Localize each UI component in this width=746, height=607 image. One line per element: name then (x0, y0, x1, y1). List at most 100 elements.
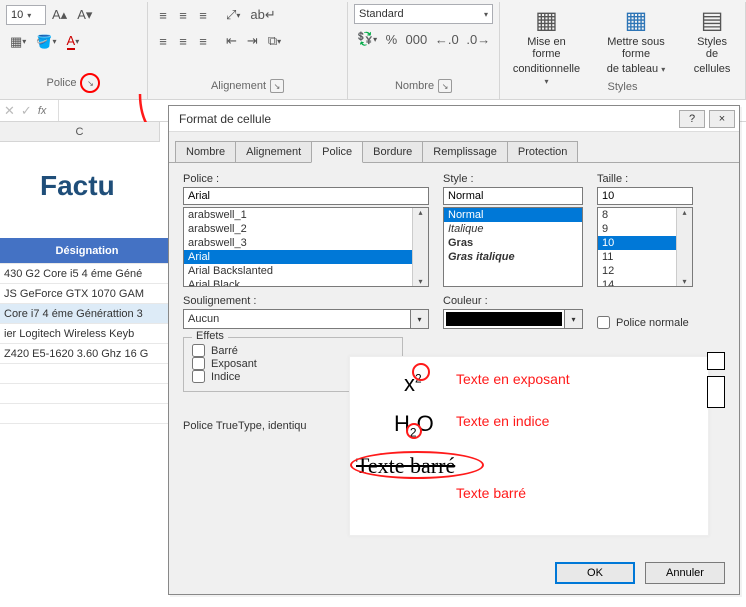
table-row[interactable]: Z420 E5-1620 3.60 Ghz 16 G (0, 344, 170, 364)
list-item[interactable]: Arial (184, 250, 428, 264)
table-label-2: de tableau (607, 63, 658, 75)
table-row[interactable] (0, 404, 170, 424)
preview-fragment (707, 352, 725, 370)
checkbox-icon[interactable] (192, 344, 205, 357)
style-input[interactable] (443, 187, 583, 205)
table-row[interactable]: JS GeForce GTX 1070 GAM (0, 284, 170, 304)
taille-listbox[interactable]: 8 9 10 11 12 14 ▴▾ (597, 207, 693, 287)
indice-annotation-label: Texte en indice (456, 413, 549, 429)
accounting-format-icon[interactable]: 💱▾ (354, 28, 380, 50)
conditional-formatting-icon: ▦ (535, 8, 558, 34)
border-icon[interactable]: ▦▾ (6, 31, 30, 53)
increase-decimal-icon[interactable]: ←.0 (432, 29, 461, 50)
list-item[interactable]: arabswell_2 (184, 222, 428, 236)
exposant-annotation-label: Texte en exposant (456, 371, 570, 387)
decrease-decimal-icon[interactable]: .0→ (464, 29, 493, 50)
increase-font-icon[interactable]: A▴ (48, 4, 71, 26)
enter-formula-icon[interactable]: ✓ (21, 103, 32, 119)
police-listbox[interactable]: arabswell_1 arabswell_2 arabswell_3 Aria… (183, 207, 429, 287)
scrollbar[interactable]: ▴▾ (412, 208, 428, 286)
dialog-button-row: OK Annuler (555, 562, 725, 584)
tab-police[interactable]: Police (311, 141, 363, 163)
cancel-formula-icon[interactable]: ✕ (4, 103, 15, 119)
list-item[interactable]: arabswell_1 (184, 208, 428, 222)
format-as-table-button[interactable]: ▦ Mettre sous forme de tableau ▾ (589, 4, 683, 79)
list-item[interactable]: Arial Black (184, 278, 428, 287)
align-center-icon[interactable]: ≡ (174, 31, 192, 52)
police-label: Police : (183, 173, 429, 185)
list-item[interactable]: Gras (444, 236, 582, 250)
close-button[interactable]: × (709, 110, 735, 128)
merge-icon[interactable]: ⧉▾ (264, 30, 285, 52)
column-header-c[interactable]: C (0, 122, 160, 142)
table-row[interactable] (0, 364, 170, 384)
cell-styles-button[interactable]: ▤ Styles de cellules (685, 4, 739, 79)
checkbox-icon[interactable] (192, 370, 205, 383)
cancel-button[interactable]: Annuler (645, 562, 725, 584)
conditional-formatting-button[interactable]: ▦ Mise en forme conditionnelle ▾ (506, 4, 587, 91)
table-row[interactable] (0, 384, 170, 404)
table-row[interactable]: Core i7 4 éme Générattion 3 (0, 304, 170, 324)
police-normale-label: Police normale (616, 317, 689, 329)
align-bottom-icon[interactable]: ≡ (194, 5, 212, 26)
percent-format-icon[interactable]: % (382, 29, 400, 50)
checkbox-icon[interactable] (192, 357, 205, 370)
scrollbar[interactable]: ▴▾ (676, 208, 692, 286)
align-right-icon[interactable]: ≡ (194, 31, 212, 52)
police-normale-checkbox[interactable]: Police normale (597, 316, 717, 329)
ribbon-group-number-label: Nombre (395, 80, 434, 92)
decrease-font-icon[interactable]: A▾ (73, 4, 96, 26)
increase-indent-icon[interactable]: ⇥ (243, 30, 262, 52)
table-label-1: Mettre sous forme (595, 36, 677, 60)
chevron-down-icon[interactable]: ▾ (565, 309, 583, 329)
font-dialog-launcher-icon[interactable]: ↘ (80, 73, 100, 93)
soulignement-select[interactable]: Aucun ▾ (183, 309, 429, 329)
align-left-icon[interactable]: ≡ (154, 31, 172, 52)
thousands-icon[interactable]: 000 (403, 29, 431, 50)
tab-protection[interactable]: Protection (507, 141, 579, 163)
tab-nombre[interactable]: Nombre (175, 141, 236, 163)
tab-bordure[interactable]: Bordure (362, 141, 423, 163)
tab-remplissage[interactable]: Remplissage (422, 141, 508, 163)
align-top-icon[interactable]: ≡ (154, 5, 172, 26)
ok-button[interactable]: OK (555, 562, 635, 584)
preview-fragment (707, 376, 725, 408)
orientation-icon[interactable]: ⤢▾ (222, 4, 244, 26)
table-row[interactable]: ier Logitech Wireless Keyb (0, 324, 170, 344)
wrap-text-icon[interactable]: ab↵ (246, 4, 279, 26)
list-item[interactable]: arabswell_3 (184, 236, 428, 250)
tab-alignement[interactable]: Alignement (235, 141, 312, 163)
fx-icon[interactable]: fx (38, 105, 47, 117)
list-item[interactable]: Gras italique (444, 250, 582, 264)
font-size-combo[interactable]: 10▾ (6, 5, 46, 25)
police-input[interactable] (183, 187, 429, 205)
designation-header[interactable]: Désignation (0, 238, 170, 264)
list-item[interactable]: Italique (444, 222, 582, 236)
dialog-title: Format de cellule (179, 112, 271, 126)
list-item[interactable]: Arial Backslanted (184, 264, 428, 278)
ribbon-group-alignment: ≡ ≡ ≡ ⤢▾ ab↵ ≡ ≡ ≡ ⇤ ⇥ ⧉▾ Alignement↘ (148, 2, 348, 99)
chevron-down-icon[interactable]: ▾ (411, 309, 429, 329)
style-label: Style : (443, 173, 583, 185)
table-row[interactable]: 430 G2 Core i5 4 éme Géné (0, 264, 170, 284)
style-listbox[interactable]: Normal Italique Gras Gras italique (443, 207, 583, 287)
taille-input[interactable] (597, 187, 693, 205)
help-button[interactable]: ? (679, 110, 705, 128)
table-icon: ▦ (625, 8, 648, 34)
font-color-icon[interactable]: A▾ (63, 30, 84, 53)
fill-color-icon[interactable]: 🪣▾ (32, 31, 60, 53)
alignment-dialog-launcher-icon[interactable]: ↘ (270, 79, 284, 93)
barre-annotation-label: Texte barré (456, 485, 526, 501)
number-format-combo[interactable]: Standard▾ (354, 4, 493, 24)
decrease-indent-icon[interactable]: ⇤ (222, 30, 241, 52)
number-dialog-launcher-icon[interactable]: ↘ (438, 79, 452, 93)
align-middle-icon[interactable]: ≡ (174, 5, 192, 26)
dialog-tabs: Nombre Alignement Police Bordure Remplis… (169, 132, 739, 163)
list-item[interactable]: Normal (444, 208, 582, 222)
checkbox-icon[interactable] (597, 316, 610, 329)
number-format-value: Standard (359, 8, 404, 20)
annotation-circle (350, 451, 484, 479)
couleur-select[interactable]: ▾ (443, 309, 583, 329)
exposant-label: Exposant (211, 358, 257, 370)
chevron-down-icon: ▾ (27, 11, 31, 20)
